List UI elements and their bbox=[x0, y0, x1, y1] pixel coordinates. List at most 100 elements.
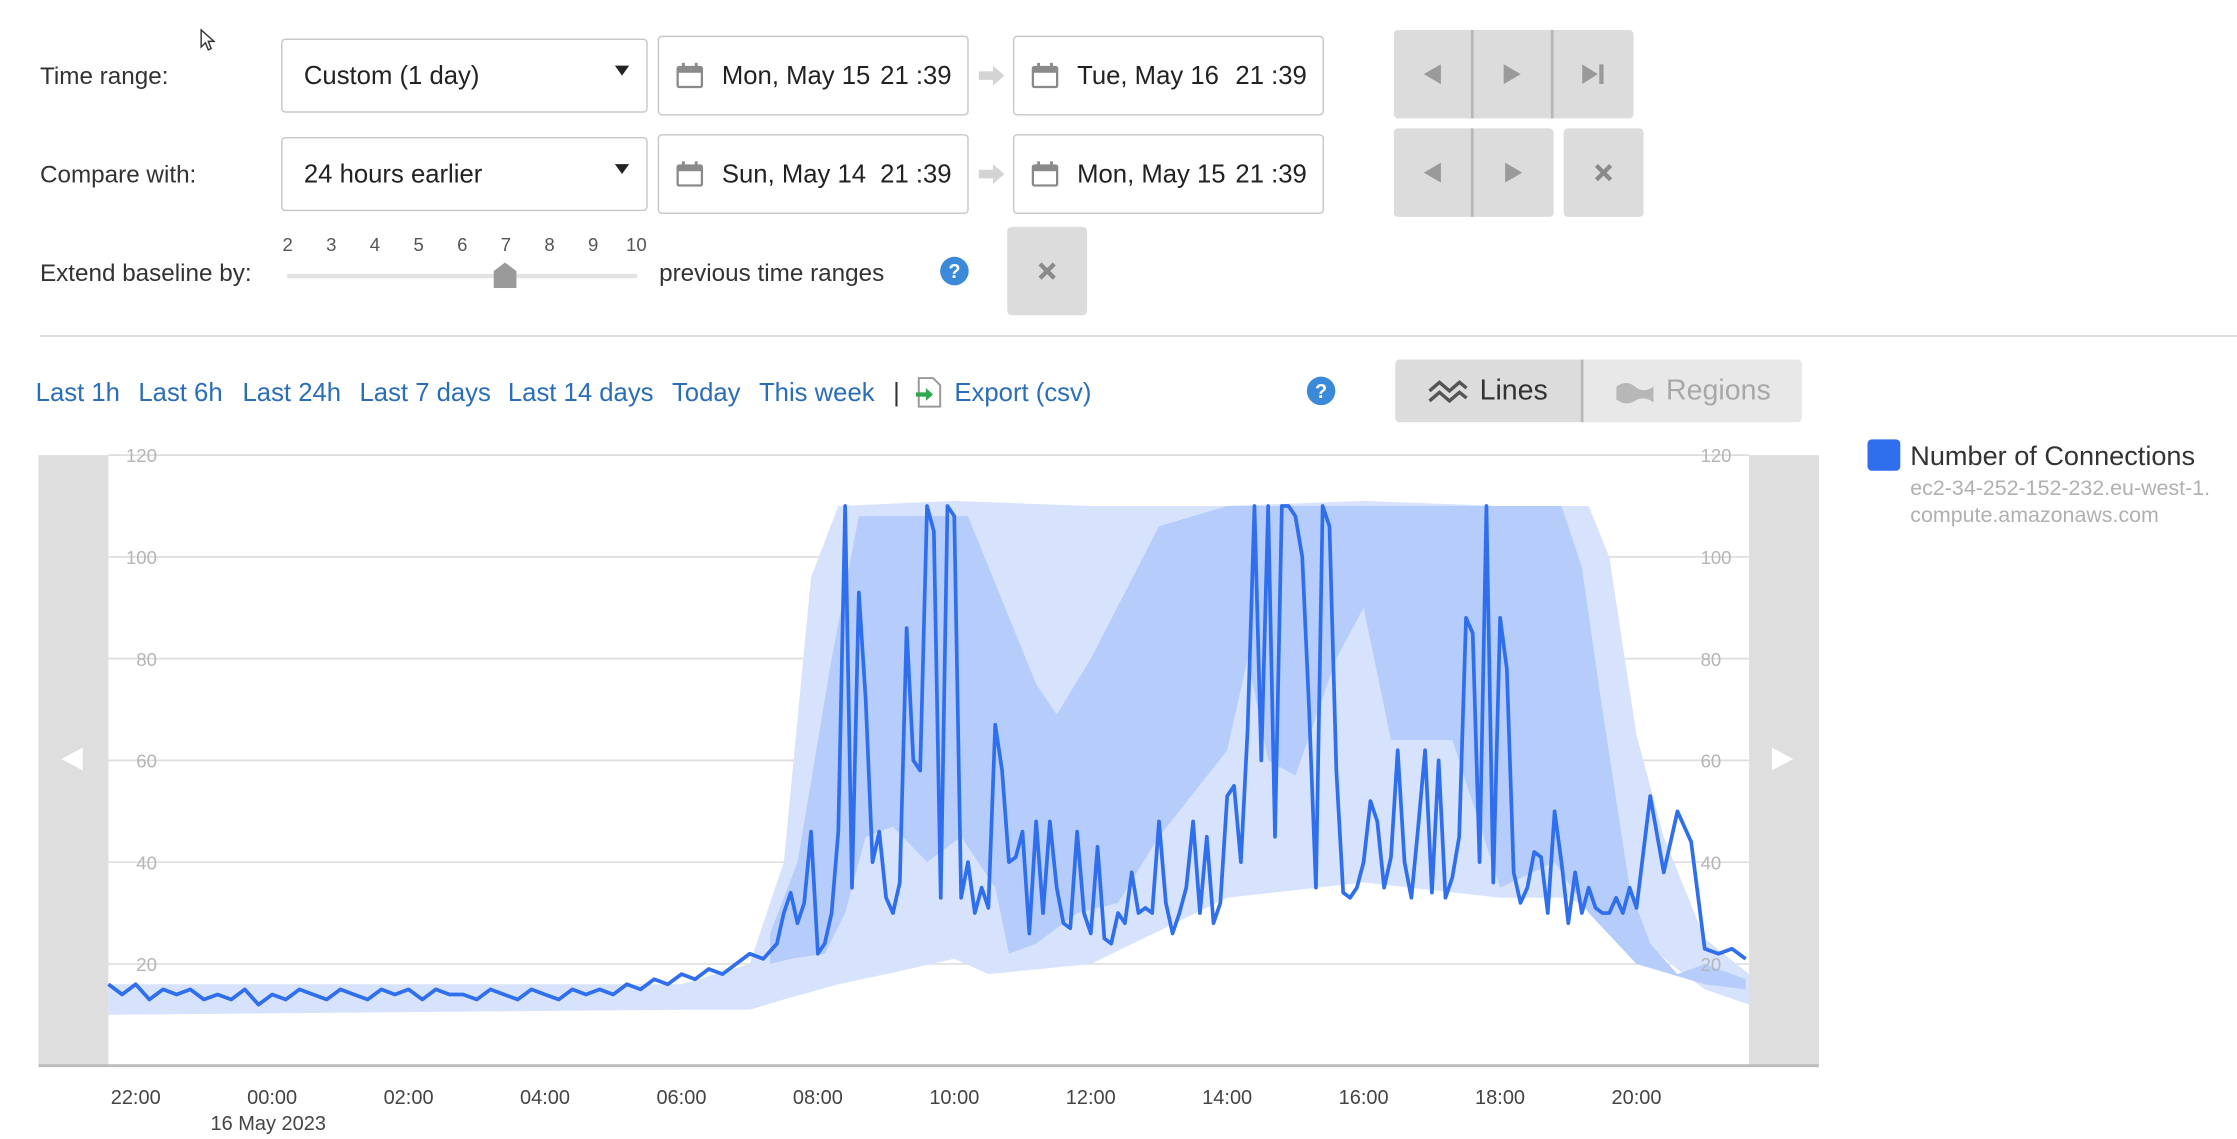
y-tick-label: 40 bbox=[136, 852, 157, 873]
range-start-picker[interactable]: Mon, May 15 21 :39 bbox=[657, 35, 969, 116]
x-tick-label: 10:00 bbox=[929, 1085, 980, 1109]
slider-tick-label: 10 bbox=[626, 233, 647, 256]
y-tick-label: 20 bbox=[136, 954, 157, 975]
divider bbox=[39, 335, 2237, 337]
cursor-icon bbox=[200, 28, 216, 51]
calendar-icon bbox=[1031, 161, 1059, 187]
range-nav-group bbox=[1393, 29, 1634, 119]
lines-label: Lines bbox=[1479, 374, 1548, 406]
compare-end-picker[interactable]: Mon, May 15 21 :39 bbox=[1012, 134, 1324, 214]
slider-tick-label: 5 bbox=[413, 233, 424, 256]
chevron-down-icon bbox=[614, 164, 630, 175]
baseline-label: Extend baseline by: bbox=[39, 259, 252, 287]
compare-next-button[interactable] bbox=[1474, 128, 1554, 216]
range-start-time: 21 :39 bbox=[880, 60, 952, 90]
link-last-7-days[interactable]: Last 7 days bbox=[360, 378, 491, 408]
range-prev-button[interactable] bbox=[1394, 30, 1471, 118]
y-tick-label: 100 bbox=[126, 547, 157, 568]
compare-end-time: 21 :39 bbox=[1235, 159, 1307, 188]
step-back-icon bbox=[1423, 162, 1441, 183]
time-range-label: Time range: bbox=[39, 62, 169, 90]
y-tick-label: 20 bbox=[1701, 954, 1722, 975]
compare-value: 24 hours earlier bbox=[303, 159, 483, 188]
y-tick-label: 80 bbox=[136, 649, 157, 670]
regions-icon bbox=[1616, 383, 1654, 404]
slider-track bbox=[286, 273, 638, 279]
step-back-icon bbox=[1423, 64, 1441, 85]
link-this-week[interactable]: This week bbox=[759, 378, 875, 408]
link-last-6h[interactable]: Last 6h bbox=[138, 378, 222, 408]
y-tick-label: 60 bbox=[1701, 751, 1722, 772]
step-forward-icon bbox=[1505, 162, 1523, 183]
compare-clear-button[interactable] bbox=[1563, 128, 1644, 217]
range-end-time: 21 :39 bbox=[1235, 60, 1307, 90]
calendar-icon bbox=[1031, 62, 1059, 89]
app-root: Time range: Custom (1 day) Mon, May 15 2… bbox=[0, 0, 2237, 1137]
y-axis-left: 20 40 60 80 100 120 bbox=[126, 445, 157, 975]
arrow-right-icon bbox=[978, 65, 1005, 86]
slider-handle[interactable] bbox=[493, 262, 517, 289]
slider-tick-label: 8 bbox=[544, 233, 555, 256]
link-last-14-days[interactable]: Last 14 days bbox=[508, 378, 654, 408]
x-tick-label: 14:00 bbox=[1202, 1085, 1253, 1109]
connections-chart: 20 40 60 80 100 120 20 40 60 80 100 120 bbox=[38, 445, 1819, 1068]
range-start-date: Mon, May 15 bbox=[721, 60, 871, 90]
x-tick-label: 22:00 bbox=[110, 1085, 161, 1109]
slider-tick-label: 2 bbox=[282, 233, 293, 256]
range-end-picker[interactable]: Tue, May 16 21 :39 bbox=[1012, 35, 1324, 116]
export-file-icon[interactable] bbox=[914, 377, 943, 408]
slider-tick-label: 7 bbox=[500, 233, 512, 256]
legend-swatch[interactable] bbox=[1867, 439, 1901, 471]
y-tick-label: 100 bbox=[1701, 547, 1732, 568]
y-tick-label: 120 bbox=[1701, 445, 1732, 466]
compare-label: Compare with: bbox=[39, 161, 197, 189]
calendar-icon bbox=[676, 161, 704, 187]
range-last-button[interactable] bbox=[1554, 30, 1634, 118]
compare-nav-group bbox=[1393, 128, 1554, 217]
range-next-button[interactable] bbox=[1474, 30, 1551, 118]
x-tick-label: 12:00 bbox=[1065, 1085, 1116, 1109]
slider-tick-label: 6 bbox=[457, 233, 468, 256]
close-icon bbox=[1038, 262, 1056, 280]
x-tick-label: 00:00 bbox=[247, 1085, 298, 1109]
arrow-right-icon bbox=[978, 164, 1005, 185]
help-icon[interactable]: ? bbox=[1306, 376, 1336, 406]
baseline-clear-button[interactable] bbox=[1007, 226, 1088, 316]
baseline-bands bbox=[108, 500, 1750, 1015]
slider-tick-label: 9 bbox=[588, 233, 599, 256]
compare-start-date: Sun, May 14 bbox=[721, 159, 867, 188]
x-tick-label: 04:00 bbox=[520, 1085, 571, 1109]
regions-button[interactable]: Regions bbox=[1583, 359, 1802, 423]
slider-tick-label: 3 bbox=[326, 233, 337, 256]
link-last-1h[interactable]: Last 1h bbox=[36, 378, 120, 408]
y-tick-label: 80 bbox=[1701, 649, 1722, 670]
legend-host: ec2-34-252-152-232.eu-west-1.compute.ama… bbox=[1910, 476, 2211, 528]
baseline-suffix: previous time ranges bbox=[659, 259, 885, 287]
y-axis-right: 20 40 60 80 100 120 bbox=[1701, 445, 1732, 975]
close-icon bbox=[1594, 163, 1613, 182]
range-end-date: Tue, May 16 bbox=[1077, 60, 1219, 90]
export-csv-link[interactable]: Export (csv) bbox=[954, 378, 1091, 408]
lines-button[interactable]: Lines bbox=[1395, 359, 1581, 423]
skip-to-end-icon bbox=[1582, 64, 1604, 85]
y-tick-label: 60 bbox=[136, 751, 157, 772]
view-toggle: Lines Regions bbox=[1395, 359, 1802, 423]
compare-select[interactable]: 24 hours earlier bbox=[281, 136, 648, 212]
link-last-24h[interactable]: Last 24h bbox=[243, 378, 342, 408]
help-icon[interactable]: ? bbox=[940, 256, 969, 286]
x-tick-label: 02:00 bbox=[383, 1085, 434, 1109]
compare-start-picker[interactable]: Sun, May 14 21 :39 bbox=[657, 134, 969, 214]
x-axis-date-label: 16 May 2023 bbox=[210, 1111, 326, 1135]
x-tick-label: 18:00 bbox=[1475, 1085, 1526, 1109]
lines-icon bbox=[1428, 380, 1468, 404]
link-separator: | bbox=[893, 378, 900, 407]
compare-prev-button[interactable] bbox=[1394, 128, 1471, 216]
legend-series-name[interactable]: Number of Connections bbox=[1910, 442, 2195, 473]
time-range-value: Custom (1 day) bbox=[303, 60, 480, 90]
link-today[interactable]: Today bbox=[672, 378, 741, 408]
regions-label: Regions bbox=[1666, 374, 1771, 406]
step-forward-icon bbox=[1503, 64, 1521, 85]
baseline-slider[interactable]: 2 3 4 5 6 7 8 9 10 bbox=[282, 233, 647, 291]
compare-end-date: Mon, May 15 bbox=[1077, 159, 1226, 188]
time-range-select[interactable]: Custom (1 day) bbox=[281, 38, 648, 113]
